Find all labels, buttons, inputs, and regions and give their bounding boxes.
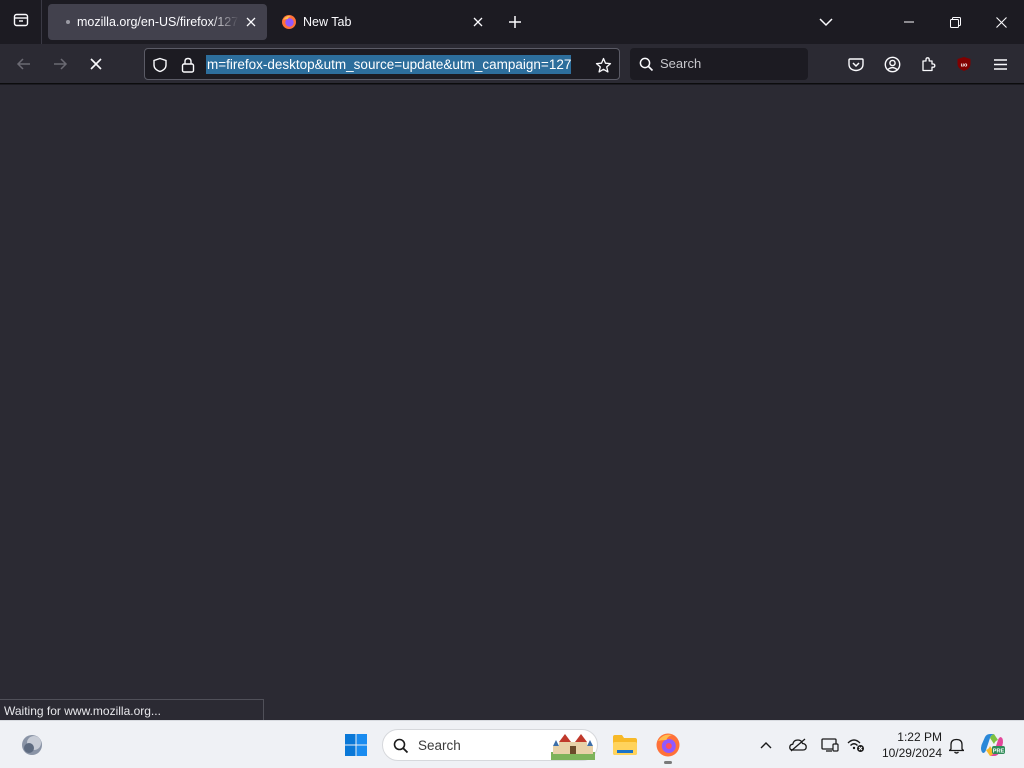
extensions-button[interactable]: [912, 48, 944, 80]
ublock-origin-button[interactable]: uo: [948, 48, 980, 80]
bookmark-button[interactable]: [594, 56, 612, 74]
search-icon: [393, 738, 409, 759]
account-icon: [884, 56, 900, 72]
firefox-taskbar-button[interactable]: [652, 729, 684, 761]
tab-mozilla[interactable]: mozilla.org/en-US/firefox/127.0/whatsnew…: [48, 4, 267, 40]
tab-new-tab[interactable]: New Tab: [272, 4, 494, 40]
bell-icon: [948, 738, 964, 754]
svg-text:PRE: PRE: [993, 748, 1005, 754]
minimize-button[interactable]: [886, 0, 932, 44]
close-window-icon: [995, 16, 1007, 28]
page-content: [0, 85, 1024, 720]
search-icon: [637, 55, 655, 73]
status-panel: Waiting for www.mozilla.org...: [0, 699, 264, 721]
show-hidden-icons-button[interactable]: [756, 735, 776, 755]
list-all-tabs-button[interactable]: [814, 8, 838, 36]
search-placeholder: Search: [660, 56, 702, 71]
clock-time: 1:22 PM: [897, 730, 942, 744]
bookmark-star-icon: [595, 57, 611, 73]
tab-strip: mozilla.org/en-US/firefox/127.0/whatsnew…: [0, 0, 1024, 44]
address-bar[interactable]: m=firefox-desktop&utm_source=update&utm_…: [144, 48, 620, 80]
taskbar-search-box[interactable]: Search: [382, 729, 598, 761]
display-icon: [821, 738, 839, 752]
navigation-toolbar: m=firefox-desktop&utm_source=update&utm_…: [0, 44, 1024, 84]
file-explorer-button[interactable]: [609, 729, 641, 761]
close-icon: [473, 17, 483, 27]
account-button[interactable]: [876, 48, 908, 80]
tab-title: mozilla.org/en-US/firefox/127.0/whatsnew…: [77, 15, 239, 29]
tracking-protection-button[interactable]: [151, 56, 169, 74]
ublock-icon: uo: [957, 57, 971, 71]
windows-start-icon: [345, 734, 367, 756]
castle-icon: [551, 732, 595, 765]
notifications-button[interactable]: [946, 735, 966, 755]
firefox-view-button[interactable]: [0, 0, 42, 44]
stop-button[interactable]: [80, 48, 112, 80]
tab-close-button[interactable]: [466, 10, 490, 34]
clock-date: 10/29/2024: [881, 746, 942, 760]
restore-icon: [949, 16, 961, 28]
url-text[interactable]: m=firefox-desktop&utm_source=update&utm_…: [206, 55, 572, 74]
new-tab-button[interactable]: [502, 8, 528, 36]
loading-dot-icon: [66, 20, 70, 24]
tab-list-icon: [13, 12, 29, 33]
site-info-button[interactable]: [179, 56, 197, 74]
close-window-button[interactable]: [978, 0, 1024, 44]
start-button[interactable]: [340, 729, 372, 761]
back-button[interactable]: [8, 48, 40, 80]
open-menu-button[interactable]: [984, 48, 1016, 80]
tab-close-button[interactable]: [239, 10, 263, 34]
copilot-icon: PRE: [981, 734, 1005, 756]
chevron-down-icon: [819, 18, 833, 27]
forward-button[interactable]: [44, 48, 76, 80]
tab-title: New Tab: [303, 15, 352, 29]
system-clock[interactable]: 1:22 PM 10/29/2024: [872, 729, 942, 761]
firefox-icon: [281, 14, 297, 30]
windows-taskbar: Search 1:22 PM 10/29/2024 PRE: [0, 720, 1024, 768]
widgets-icon: [22, 735, 42, 755]
extensions-icon: [922, 57, 936, 72]
chevron-up-icon: [760, 742, 772, 749]
svg-text:uo: uo: [961, 62, 968, 68]
widgets-button[interactable]: [16, 729, 48, 761]
pocket-icon: [848, 57, 864, 71]
active-app-indicator: [664, 761, 672, 764]
stop-icon: [90, 58, 102, 70]
menu-icon: [993, 58, 1007, 70]
pocket-button[interactable]: [840, 48, 872, 80]
network-icon: [847, 739, 864, 752]
file-explorer-icon: [613, 735, 637, 755]
minimize-icon: [904, 21, 914, 23]
close-icon: [246, 17, 256, 27]
plus-icon: [509, 16, 521, 28]
lock-icon: [181, 57, 195, 73]
back-icon: [16, 58, 30, 70]
forward-icon: [54, 58, 68, 70]
onedrive-icon: [789, 738, 807, 752]
firefox-icon: [656, 733, 680, 757]
display-button[interactable]: [820, 735, 840, 755]
copilot-button[interactable]: PRE: [976, 729, 1008, 761]
shield-icon: [153, 57, 167, 73]
network-button[interactable]: [846, 735, 866, 755]
taskbar-search-label: Search: [418, 738, 461, 753]
search-bar[interactable]: Search: [630, 48, 808, 80]
restore-button[interactable]: [932, 0, 978, 44]
onedrive-button[interactable]: [788, 735, 808, 755]
